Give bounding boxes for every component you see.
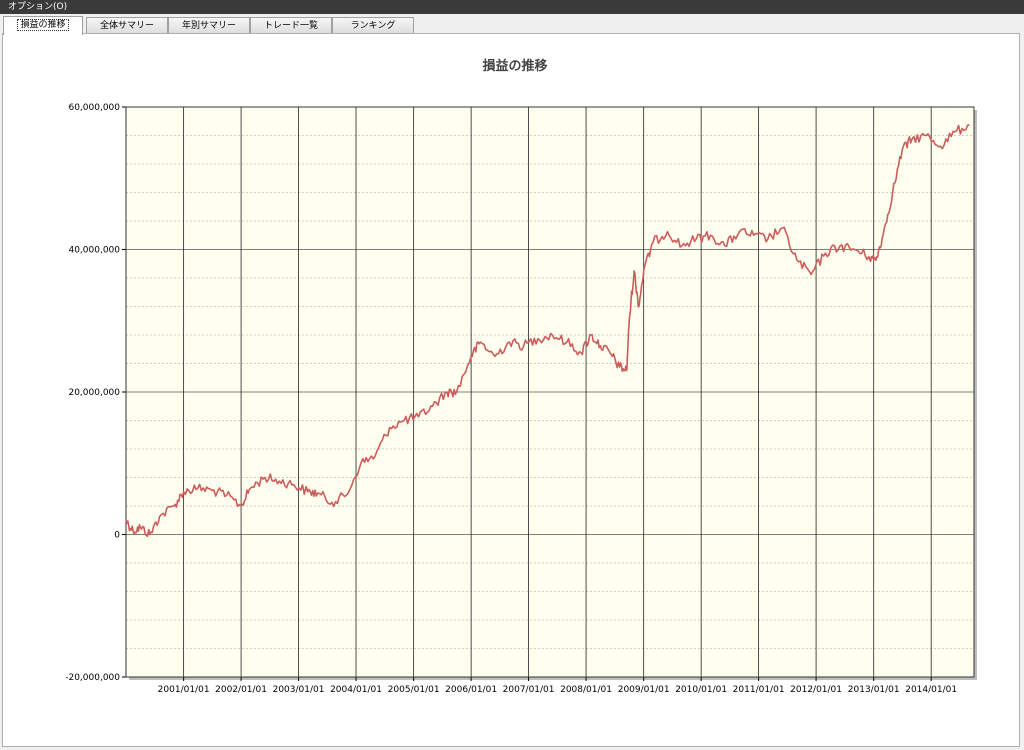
y-tick-label: 20,000,000 (68, 388, 120, 398)
x-tick-label: 2003/01/01 (273, 685, 325, 695)
x-tick-label: 2001/01/01 (158, 685, 210, 695)
y-tick-label: 0 (114, 531, 120, 541)
x-tick-label: 2005/01/01 (388, 685, 440, 695)
tab-label: トレード一覧 (263, 21, 318, 31)
y-tick-label: 60,000,000 (68, 103, 120, 113)
y-tick-label: 40,000,000 (68, 246, 120, 256)
menu-bar: オプション(O) (0, 0, 1024, 14)
x-tick-label: 2006/01/01 (445, 685, 497, 695)
chart-panel: 損益の推移 60,000,000 40,000,000 20,000,000 0 -20… (2, 33, 1020, 747)
tab-strip: 損益の推移 全体サマリー 年別サマリー トレード一覧 ランキング (0, 14, 1024, 35)
tab-label: ランキング (350, 21, 396, 31)
tab-overall-summary[interactable]: 全体サマリー (86, 17, 168, 34)
tab-ranking[interactable]: ランキング (332, 17, 414, 34)
menu-options[interactable]: オプション(O) (8, 2, 67, 12)
x-tick-label: 2013/01/01 (848, 685, 900, 695)
pnl-chart: 損益の推移 60,000,000 40,000,000 20,000,000 0 -20… (65, 58, 977, 695)
x-tick-label: 2007/01/01 (503, 685, 555, 695)
x-tick-label: 2008/01/01 (560, 685, 612, 695)
tab-trade-list[interactable]: トレード一覧 (250, 17, 332, 34)
x-tick-label: 2009/01/01 (618, 685, 670, 695)
x-tick-label: 2014/01/01 (905, 685, 957, 695)
tab-label: 損益の推移 (17, 19, 69, 31)
tab-label: 年別サマリー (181, 21, 236, 31)
chart-title: 損益の推移 (482, 58, 547, 74)
x-tick-label: 2010/01/01 (675, 685, 727, 695)
x-tick-label: 2004/01/01 (330, 685, 382, 695)
x-tick-label: 2002/01/01 (215, 685, 267, 695)
tab-label: 全体サマリー (99, 21, 154, 31)
y-tick-label: -20,000,000 (65, 673, 120, 683)
x-tick-label: 2012/01/01 (790, 685, 842, 695)
tab-yearly-summary[interactable]: 年別サマリー (168, 17, 250, 34)
tab-pnl-history[interactable]: 損益の推移 (3, 16, 83, 35)
x-tick-label: 2011/01/01 (733, 685, 785, 695)
